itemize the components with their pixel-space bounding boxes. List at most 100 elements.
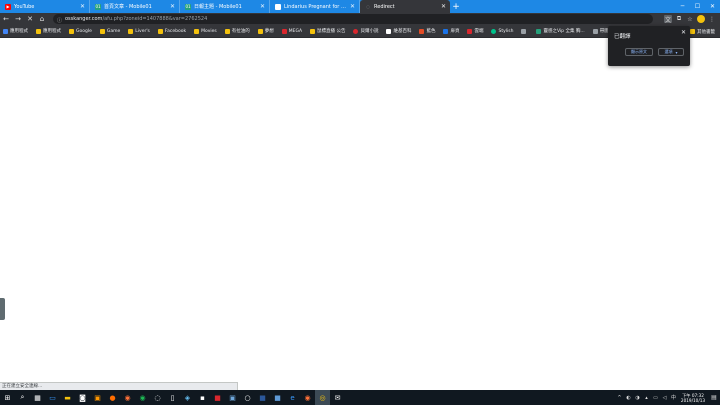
bookmark-item[interactable]: 帶圖 [592, 28, 609, 34]
file-explorer-icon[interactable]: ▬ [60, 390, 75, 405]
tab-label: 首頁文章 - Mobile01 [104, 4, 152, 10]
tab-youtube[interactable]: ▶ YouTube ✕ [0, 0, 90, 13]
search-icon[interactable]: ⌕ [15, 390, 30, 405]
photos-icon[interactable]: ▣ [90, 390, 105, 405]
bookmark-label: Game [106, 28, 121, 34]
mail-icon[interactable]: ✉ [330, 390, 345, 405]
spotify-icon[interactable]: ◉ [135, 390, 150, 405]
tray-app-icon[interactable]: ▴ [642, 395, 651, 401]
bookmark-item[interactable]: 有拉油的 [224, 28, 250, 34]
firefox2-icon[interactable]: ◉ [300, 390, 315, 405]
bookmark-item[interactable]: 夢想 [257, 28, 274, 34]
close-tab-icon[interactable]: ✕ [441, 3, 446, 10]
site-icon [419, 28, 425, 34]
virtualbox-icon[interactable]: ▣ [225, 390, 240, 405]
notification-icon[interactable]: ▤ [708, 394, 720, 401]
tab-label: Redirect [374, 3, 395, 10]
bookmark-label: 藍色 [426, 29, 436, 34]
bookmark-item[interactable]: 應用程式 [36, 28, 61, 34]
steam-icon[interactable]: ◈ [180, 390, 195, 405]
tab-mobile01-daily[interactable]: 01 日報主題 - Mobile01 ✕ [180, 0, 270, 13]
forward-icon[interactable]: → [12, 13, 24, 25]
bookmark-item[interactable]: Movies [194, 28, 217, 34]
settings-icon[interactable]: ▯ [165, 390, 180, 405]
address-bar[interactable]: ⓘ osskanger.com/afu.php?zoneid=1407888&v… [53, 14, 653, 24]
translate-popup: 已翻譯 ✕ 顯示原文 選項 ▾ [608, 26, 690, 66]
network-icon[interactable]: ▭ [651, 395, 660, 401]
avatar[interactable] [697, 15, 705, 23]
close-tab-icon[interactable]: ✕ [260, 3, 265, 10]
stop-icon[interactable]: ✕ [24, 13, 36, 25]
star-icon[interactable]: ☆ [686, 15, 694, 23]
extension-icon[interactable]: ⧉ [675, 15, 683, 23]
media-icon[interactable]: ◌ [150, 390, 165, 405]
firefox-icon[interactable]: ◉ [120, 390, 135, 405]
toolbar-actions: 文 ⧉ ☆ ⋮ [664, 13, 716, 25]
word-icon[interactable]: ■ [255, 390, 270, 405]
translate-icon[interactable]: 文 [664, 15, 672, 24]
bookmark-item[interactable] [521, 28, 528, 34]
circle-icon[interactable]: ○ [240, 390, 255, 405]
tab-mobile01-home[interactable]: 01 首頁文章 - Mobile01 ✕ [90, 0, 180, 13]
loading-icon: ◌ [366, 4, 370, 9]
clock[interactable]: 下午 07:32 2019/10/13 [678, 393, 708, 403]
back-icon[interactable]: ← [0, 13, 12, 25]
taskbar: ⊞ ⌕ ▦ ▭ ▬ ◙ ▣ ● ◉ ◉ ◌ ▯ ◈ ▪ ■ ▣ ○ ■ ■ e … [0, 390, 720, 405]
maximize-icon[interactable]: ☐ [690, 0, 705, 13]
tab-lindarius[interactable]: Lindarius Pregnant for GTA Sa ✕ [270, 0, 360, 13]
site-icon [521, 28, 527, 34]
app2-icon[interactable]: ■ [270, 390, 285, 405]
side-panel-handle[interactable] [0, 298, 5, 320]
tray-app-icon[interactable]: ◑ [633, 395, 642, 401]
bookmark-item[interactable]: Game [99, 28, 121, 34]
minimize-icon[interactable]: ─ [675, 0, 690, 13]
bookmark-item[interactable]: MEGA [281, 28, 302, 34]
mobile01-icon: 01 [185, 3, 191, 10]
tab-redirect[interactable]: ◌ Redirect ✕ [360, 0, 450, 13]
bookmark-item[interactable]: Google [69, 28, 92, 34]
show-original-button[interactable]: 顯示原文 [625, 48, 653, 56]
task-view-icon[interactable]: ▦ [30, 390, 45, 405]
home-icon[interactable]: ⌂ [36, 13, 48, 25]
options-label: 選項 [664, 49, 673, 54]
options-button[interactable]: 選項 ▾ [658, 48, 684, 56]
new-tab-button[interactable]: + [450, 0, 462, 13]
bookmark-item[interactable]: 雲端 [467, 28, 483, 34]
bookmark-item[interactable]: 鼠標直播 公告 [310, 28, 345, 34]
folder-icon [194, 28, 200, 34]
menu-icon[interactable]: ⋮ [708, 15, 716, 23]
close-tab-icon[interactable]: ✕ [80, 3, 85, 10]
store-icon[interactable]: ◙ [75, 390, 90, 405]
chrome-icon[interactable]: ◎ [315, 390, 330, 405]
terminal-icon[interactable]: ▪ [195, 390, 210, 405]
vlc-icon[interactable]: ● [105, 390, 120, 405]
folder-icon [69, 28, 74, 34]
start-icon[interactable]: ⊞ [0, 390, 15, 405]
bookmark-item[interactable]: 維基百科 [386, 28, 411, 34]
site-icon [536, 28, 542, 34]
bookmark-item[interactable]: 藍色 [419, 28, 435, 34]
tab-label: Lindarius Pregnant for GTA Sa [284, 3, 348, 10]
tray-up-icon[interactable]: ^ [615, 395, 624, 401]
volume-icon[interactable]: ◁ [660, 395, 669, 401]
site-icon [467, 28, 473, 34]
edge2-icon[interactable]: e [285, 390, 300, 405]
stylish-icon [491, 28, 497, 34]
info-icon[interactable]: ⓘ [57, 17, 62, 24]
bookmark-item[interactable]: 靈感之Vip 全集 胸... [536, 28, 585, 34]
close-icon[interactable]: ✕ [681, 29, 686, 36]
edge-icon[interactable]: ▭ [45, 390, 60, 405]
close-tab-icon[interactable]: ✕ [170, 3, 175, 10]
bookmark-item[interactable]: Stylish [491, 28, 513, 34]
other-bookmarks[interactable]: 其他書籤 [690, 25, 715, 38]
close-tab-icon[interactable]: ✕ [350, 3, 355, 10]
bookmark-item[interactable]: Facebook [157, 28, 186, 34]
bookmark-item[interactable]: 貝爾小說 [353, 28, 378, 34]
bookmark-item[interactable]: 應用程式 [3, 28, 28, 34]
close-window-icon[interactable]: ✕ [705, 0, 720, 13]
app-icon[interactable]: ■ [210, 390, 225, 405]
bookmark-item[interactable]: Liver's [128, 28, 150, 34]
tray-app-icon[interactable]: ◐ [624, 395, 633, 401]
bookmark-item[interactable]: 扉頁 [443, 28, 459, 34]
ime-icon[interactable]: 中 [669, 394, 678, 401]
